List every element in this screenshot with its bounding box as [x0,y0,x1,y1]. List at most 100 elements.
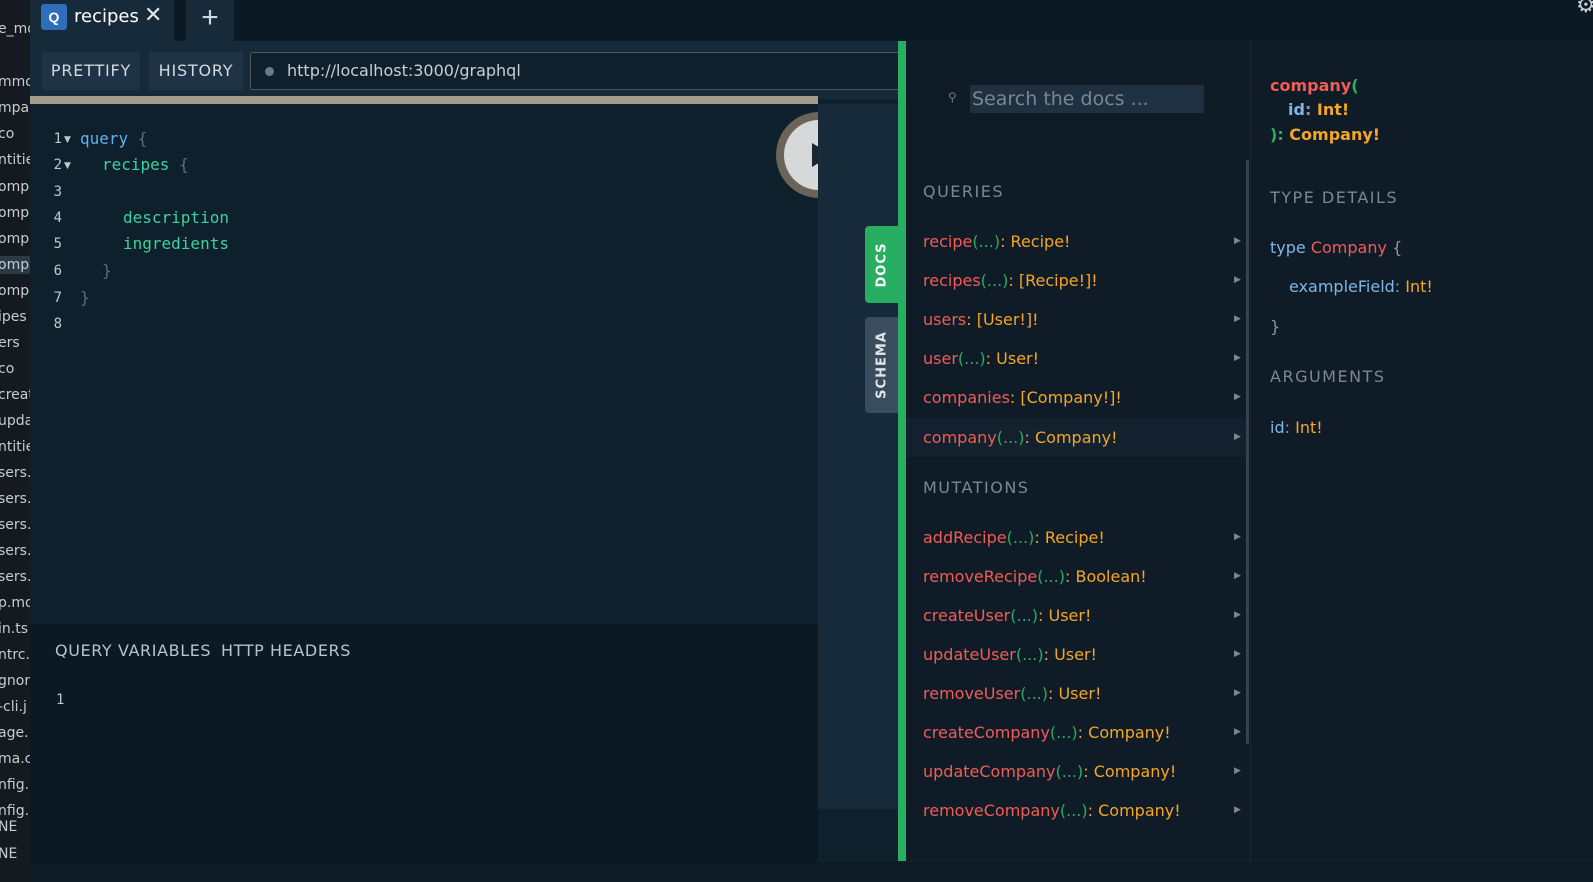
field-name: ingredients [123,234,229,253]
fold-arrow-icon[interactable]: ▼ [64,135,71,145]
file-tree-item[interactable]: ers [0,334,30,352]
file-tree-item[interactable]: ompa [0,256,30,274]
mutation-item-addrecipe[interactable]: addRecipe(...): Recipe! ▶ [906,518,1246,557]
file-tree-item[interactable]: sers. [0,568,30,586]
file-tree-item[interactable]: ntitie [0,438,30,456]
file-tree-item[interactable]: p.mo [0,594,30,612]
item-signature: removeRecipe(...): Boolean! [923,567,1147,586]
item-signature: company(...): Company! [923,427,1118,447]
code-line[interactable]: } [80,288,90,307]
line-number: 3 [53,184,62,200]
mutation-item-removecompany[interactable]: removeCompany(...): Company! ▶ [906,791,1246,830]
editor-gutter [818,104,898,809]
query-editor[interactable] [30,104,818,624]
file-tree-item[interactable]: ma.c [0,750,30,768]
file-tree-item[interactable]: sers. [0,516,30,534]
code-line[interactable]: description [123,208,229,227]
brace: { [169,155,189,174]
docs-panel-resize-handle[interactable] [898,41,906,861]
file-tree-item[interactable]: sers. [0,490,30,508]
file-tree-item[interactable]: sers. [0,542,30,560]
file-tree-item[interactable]: ntitie [0,151,30,169]
variables-line-number: 1 [56,692,65,708]
file-tree-item[interactable]: sers. [0,464,30,482]
file-tree-item[interactable]: age. [0,724,30,742]
item-signature: addRecipe(...): Recipe! [923,528,1105,547]
chevron-right-icon: ▶ [1234,687,1241,697]
chevron-right-icon: ▶ [1234,570,1241,580]
file-tree-item[interactable]: ompa [0,282,30,300]
code-line[interactable]: query { [80,129,147,148]
chevron-right-icon: ▶ [1234,235,1241,245]
query-item-user[interactable]: user(...): User! ▶ [906,339,1246,378]
brace: { [128,129,148,148]
arguments-heading: ARGUMENTS [1270,367,1386,386]
file-tree-item[interactable]: -cli.j [0,698,30,716]
docs-side-tab[interactable]: DOCS [865,226,899,303]
prettify-button[interactable]: PRETTIFY [42,52,140,90]
field-name: description [123,208,229,227]
schema-side-tab[interactable]: SCHEMA [865,317,899,413]
chevron-right-icon: ▶ [1234,391,1241,402]
scrollbar[interactable] [1246,160,1249,744]
code-line[interactable]: recipes { [102,155,189,174]
file-tree-item[interactable]: co [0,125,30,143]
mutation-item-createcompany[interactable]: createCompany(...): Company! ▶ [906,713,1246,752]
status-dot-icon [265,67,274,76]
mutation-item-updateuser[interactable]: updateUser(...): User! ▶ [906,635,1246,674]
fold-arrow-icon[interactable]: ▼ [64,161,71,171]
file-tree-item[interactable]: NE [0,818,30,836]
file-tree-item[interactable]: gnor [0,672,30,690]
tab-bar [30,0,1593,41]
tab-query-badge: Q [41,4,67,30]
file-tree-item[interactable]: in.ts [0,620,30,638]
file-tree-item[interactable]: upda [0,412,30,430]
file-tree-item[interactable]: ompa [0,178,30,196]
query-item-recipe[interactable]: recipe(...): Recipe! ▶ [906,222,1246,261]
query-item-company[interactable]: company(...): Company! ▶ [906,417,1246,457]
field-name: recipes [102,155,170,174]
file-tree-item[interactable]: creat [0,386,30,404]
chevron-right-icon: ▶ [1234,430,1241,441]
chevron-right-icon: ▶ [1234,726,1241,736]
code-line[interactable]: } [102,261,112,280]
file-tree-item[interactable]: ipes [0,308,30,326]
docs-tab-label: DOCS [874,242,890,287]
file-tree-item[interactable]: ompa [0,204,30,222]
mutation-item-updatecompany[interactable]: updateCompany(...): Company! ▶ [906,752,1246,791]
code-line[interactable]: ingredients [123,234,229,253]
line-number: 1 [53,131,62,147]
gear-icon[interactable]: ⚙ [1576,0,1593,18]
argument-type-link[interactable]: Int! [1295,418,1323,437]
item-signature: createUser(...): User! [923,606,1092,625]
add-tab-button[interactable]: + [186,0,234,41]
query-item-companies[interactable]: companies: [Company!]! ▶ [906,378,1246,417]
http-headers-tab[interactable]: HTTP HEADERS [221,641,351,660]
field-type-link[interactable]: Int! [1405,277,1433,296]
mutation-item-removeuser[interactable]: removeUser(...): User! ▶ [906,674,1246,713]
file-tree-item[interactable]: co [0,360,30,378]
item-signature: user(...): User! [923,349,1040,369]
chevron-right-icon: ▶ [1234,648,1241,658]
type-field: exampleField: Int! [1289,277,1433,296]
close-icon[interactable]: ✕ [144,3,162,28]
file-tree-item[interactable]: ompa [0,230,30,248]
history-button[interactable]: HISTORY [149,52,243,90]
file-tree-item[interactable]: mmo [0,73,30,91]
file-tree-item[interactable]: nfig. [0,776,30,794]
file-tree-item[interactable]: mpa [0,99,30,117]
mutation-item-removerecipe[interactable]: removeRecipe(...): Boolean! ▶ [906,557,1246,596]
file-tree-item[interactable]: ntrc. [0,646,30,664]
query-item-recipes[interactable]: recipes(...): [Recipe!]! ▶ [906,261,1246,300]
docs-search-input[interactable] [970,85,1204,113]
docs-detail-column [1251,41,1593,861]
mutations-heading: MUTATIONS [923,478,1030,497]
query-item-users[interactable]: users: [User!]! ▶ [906,300,1246,339]
mutation-item-createuser[interactable]: createUser(...): User! ▶ [906,596,1246,635]
file-tree-item[interactable]: e_mo [0,20,30,38]
file-tree-item[interactable]: NE [0,845,30,863]
query-variables-tab[interactable]: QUERY VARIABLES [55,641,211,660]
detail-signature-open: company( [1270,76,1359,95]
chevron-right-icon: ▶ [1234,313,1241,324]
company-type-link[interactable]: Company [1311,238,1387,257]
